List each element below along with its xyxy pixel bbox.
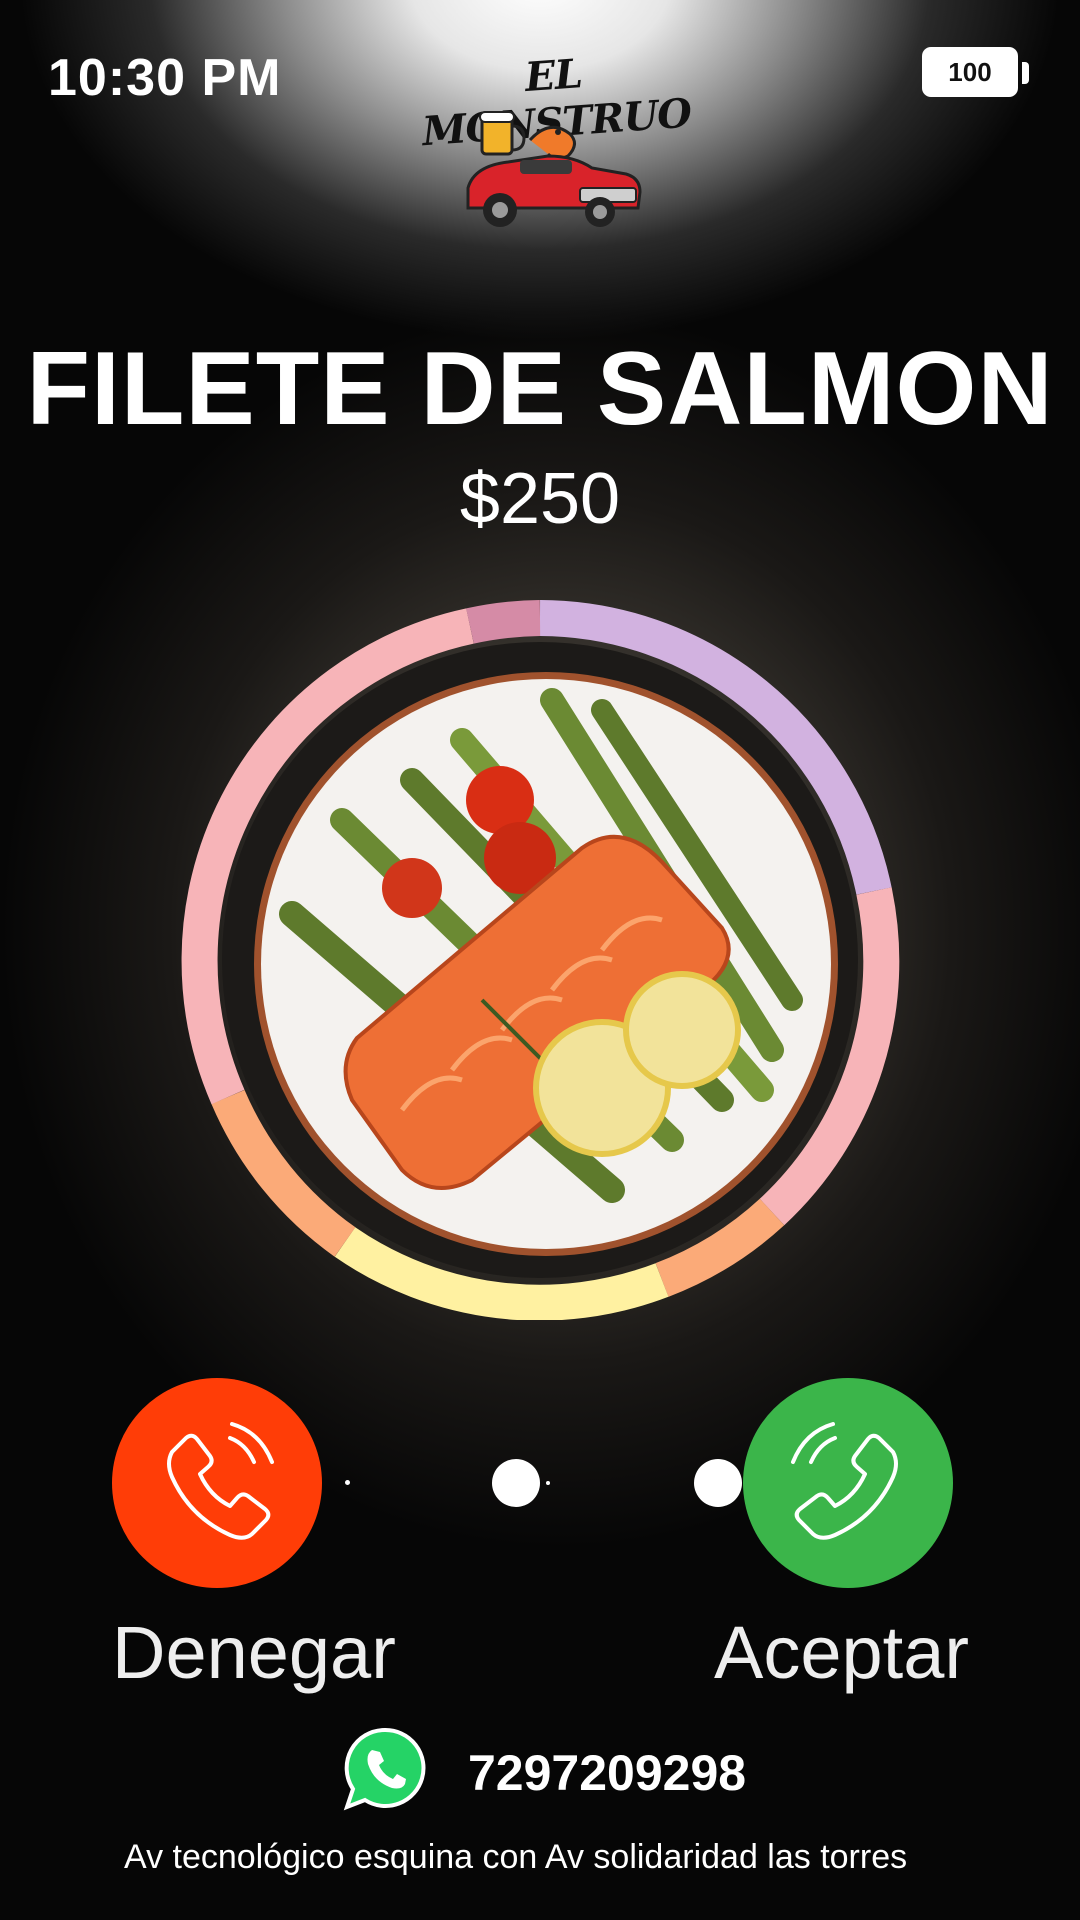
swipe-dot <box>492 1459 540 1507</box>
phone-number[interactable]: 7297209298 <box>468 1744 746 1802</box>
whatsapp-icon[interactable] <box>342 1726 428 1812</box>
battery-indicator: 100 <box>922 47 1018 97</box>
swipe-dot <box>694 1459 742 1507</box>
status-time: 10:30 PM <box>48 49 282 107</box>
battery-tip <box>1022 62 1029 84</box>
deny-label: Denegar <box>112 1611 396 1694</box>
swipe-dot <box>546 1481 550 1485</box>
phone-icon <box>791 1422 898 1540</box>
brand-logo: EL MONSTRUO <box>400 40 710 230</box>
accept-label: Aceptar <box>714 1611 970 1694</box>
dish-image <box>252 670 840 1258</box>
accept-call-button[interactable] <box>743 1378 953 1588</box>
address: Av tecnológico esquina con Av solidarida… <box>124 1838 908 1876</box>
phone-icon <box>167 1422 274 1540</box>
car-logo-icon <box>466 111 642 227</box>
swipe-dot <box>345 1480 350 1485</box>
salmon-plate-illustration <box>254 672 838 1256</box>
battery-level: 100 <box>948 56 992 87</box>
item-title: FILETE DE SALMON <box>26 331 1054 447</box>
deny-call-button[interactable] <box>112 1378 322 1588</box>
item-price: $250 <box>459 459 621 539</box>
